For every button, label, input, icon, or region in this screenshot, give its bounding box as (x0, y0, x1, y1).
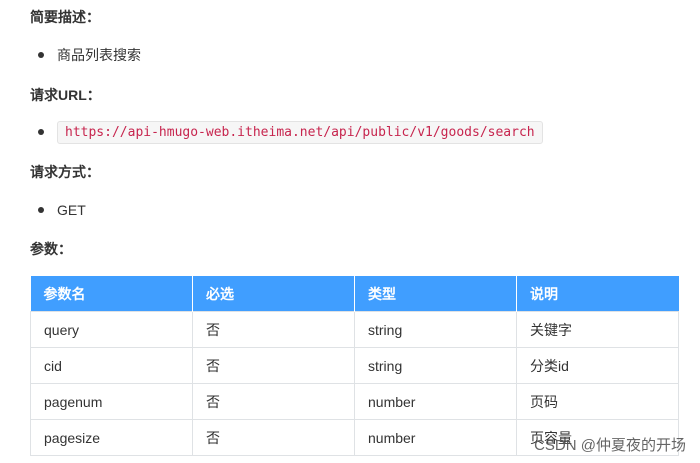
request-method-list-item: GET (38, 198, 86, 222)
required-cell: 否 (192, 311, 355, 348)
description-text: 商品列表搜索 (57, 47, 141, 63)
table-row: query 否 string 关键字 (30, 311, 679, 348)
api-doc: 简要描述： 商品列表搜索 请求URL： https://api-hmugo-we… (0, 0, 700, 463)
params-table: 参数名 必选 类型 说明 query 否 string 关键字 cid 否 st… (30, 276, 679, 456)
params-heading: 参数： (30, 241, 72, 257)
description-heading: 简要描述： (30, 9, 100, 25)
bullet-icon (38, 207, 44, 213)
request-url-heading: 请求URL： (30, 87, 101, 103)
type-cell: number (354, 383, 517, 420)
description-cell: 关键字 (516, 311, 679, 348)
column-header-type: 类型 (354, 276, 517, 312)
bullet-icon (38, 129, 44, 135)
description-cell: 分类id (516, 347, 679, 384)
request-method-heading: 请求方式： (30, 164, 100, 180)
column-header-required: 必选 (192, 276, 355, 312)
table-row: cid 否 string 分类id (30, 347, 679, 384)
bullet-icon (38, 52, 44, 58)
param-name-cell: pagenum (30, 383, 193, 420)
param-name-cell: query (30, 311, 193, 348)
request-method-text: GET (57, 202, 86, 218)
required-cell: 否 (192, 347, 355, 384)
param-name-cell: cid (30, 347, 193, 384)
required-cell: 否 (192, 419, 355, 456)
table-header-row: 参数名 必选 类型 说明 (30, 276, 679, 312)
type-cell: string (354, 311, 517, 348)
type-cell: number (354, 419, 517, 456)
csdn-watermark: CSDN @仲夏夜的开场 (534, 437, 686, 454)
column-header-description: 说明 (516, 276, 679, 312)
request-url-list-item: https://api-hmugo-web.itheima.net/api/pu… (38, 120, 543, 144)
description-cell: 页码 (516, 383, 679, 420)
param-name-cell: pagesize (30, 419, 193, 456)
type-cell: string (354, 347, 517, 384)
description-list-item: 商品列表搜索 (38, 43, 141, 67)
required-cell: 否 (192, 383, 355, 420)
request-url-code[interactable]: https://api-hmugo-web.itheima.net/api/pu… (57, 120, 543, 144)
column-header-param-name: 参数名 (30, 276, 193, 312)
table-row: pagenum 否 number 页码 (30, 383, 679, 420)
